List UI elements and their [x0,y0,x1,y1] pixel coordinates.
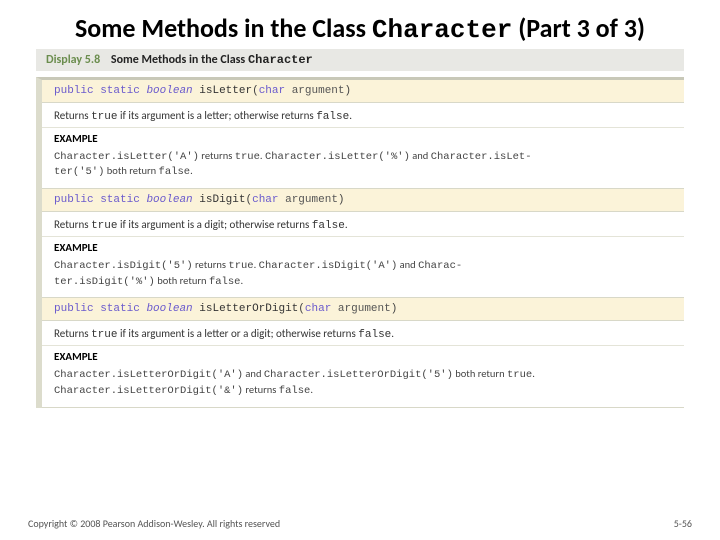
example-body: Character.isLetterOrDigit('A') and Chara… [42,365,684,407]
display-title: Some Methods in the Class Character [111,53,313,67]
methods-table: public static boolean isLetter(char argu… [36,77,684,408]
example-header: EXAMPLE [42,237,684,256]
page-number: 5-56 [674,517,692,530]
method-signature: public static boolean isLetterOrDigit(ch… [42,298,684,321]
slide-title: Some Methods in the Class Character (Par… [28,12,692,47]
display-number: Display 5.8 [46,53,100,67]
method-signature: public static boolean isDigit(char argum… [42,189,684,212]
example-body: Character.isLetter('A') returns true. Ch… [42,147,684,189]
method-description: Returns true if its argument is a digit;… [42,212,684,237]
example-header: EXAMPLE [42,346,684,365]
copyright-text: Copyright © 2008 Pearson Addison-Wesley.… [28,517,280,530]
footer: Copyright © 2008 Pearson Addison-Wesley.… [28,517,692,530]
method-description: Returns true if its argument is a letter… [42,321,684,346]
example-header: EXAMPLE [42,128,684,147]
display-header: Display 5.8 Some Methods in the Class Ch… [36,49,684,71]
title-code: Character [372,15,512,45]
method-signature: public static boolean isLetter(char argu… [42,80,684,103]
slide: Some Methods in the Class Character (Par… [0,0,720,408]
title-post: (Part 3 of 3) [512,12,645,44]
title-pre: Some Methods in the Class [75,12,372,44]
method-description: Returns true if its argument is a letter… [42,103,684,128]
example-body: Character.isDigit('5') returns true. Cha… [42,256,684,298]
